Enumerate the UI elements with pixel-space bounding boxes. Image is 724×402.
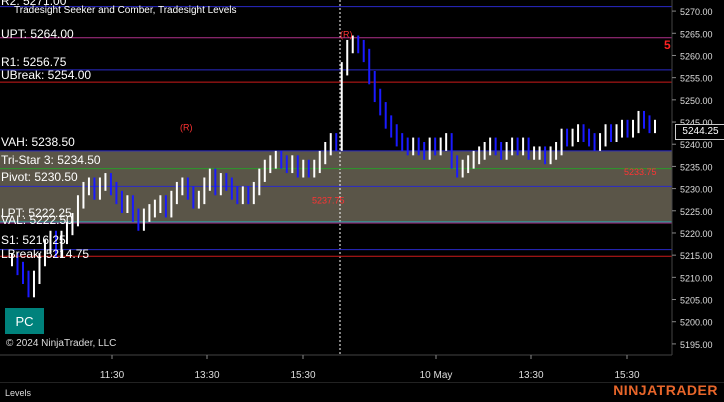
y-tick-label: 5240.00	[680, 140, 713, 150]
y-tick-label: 5255.00	[680, 74, 713, 84]
y-tick-label: 5205.00	[680, 296, 713, 306]
brand-logo: NINJATRADER	[613, 382, 718, 398]
x-tick-label: 13:30	[194, 370, 219, 381]
y-tick-label: 5265.00	[680, 29, 713, 39]
tab-levels[interactable]: Levels	[5, 388, 31, 398]
y-tick-label: 5270.00	[680, 7, 713, 17]
x-tick-label: 15:30	[290, 370, 315, 381]
copyright: © 2024 NinjaTrader, LLC	[6, 338, 117, 349]
y-tick-label: 5260.00	[680, 51, 713, 61]
level-label: UBreak: 5254.00	[1, 68, 92, 83]
level-label: R2: 5271.00	[1, 0, 67, 8]
x-tick-label: 11:30	[100, 370, 125, 381]
level-label: S1: 5216.25	[1, 232, 66, 247]
level-label: UPT: 5264.00	[1, 26, 74, 41]
price-annotation: 5233.75	[624, 167, 657, 177]
y-tick-label: 5220.00	[680, 229, 713, 239]
level-label: Pivot: 5230.50	[1, 170, 78, 185]
level-label: VAL: 5222.50	[1, 212, 73, 227]
x-tick-label: 13:30	[518, 370, 543, 381]
pc-badge[interactable]: PC	[5, 308, 44, 334]
y-tick-label: 5230.00	[680, 185, 713, 195]
price-annotation: (R)	[180, 122, 193, 132]
y-tick-label: 5195.00	[680, 340, 713, 350]
y-tick-label: 5250.00	[680, 96, 713, 106]
level-label: LBreak: 5214.75	[1, 247, 90, 262]
y-tick-label: 5200.00	[680, 318, 713, 328]
edge-marker: 5	[664, 38, 671, 52]
y-tick-label: 5225.00	[680, 207, 713, 217]
last-price-label: 5244.25	[675, 124, 724, 140]
price-annotation: (R)	[340, 29, 353, 39]
price-annotation: 5237.75	[312, 196, 345, 206]
y-tick-label: 5215.00	[680, 251, 713, 261]
y-tick-label: 5235.00	[680, 162, 713, 172]
level-label: VAH: 5238.50	[1, 134, 75, 149]
level-label: Tri-Star 3: 5234.50	[1, 152, 101, 167]
chart-window: 5237.75 5233.75 (R) (R) 5195.00 5200.00 5205.0…	[0, 0, 724, 402]
x-tick-label: 10 May	[420, 370, 453, 381]
y-tick-label: 5210.00	[680, 273, 713, 283]
level-label: R1: 5256.75	[1, 54, 67, 69]
x-tick-label: 15:30	[614, 370, 639, 381]
